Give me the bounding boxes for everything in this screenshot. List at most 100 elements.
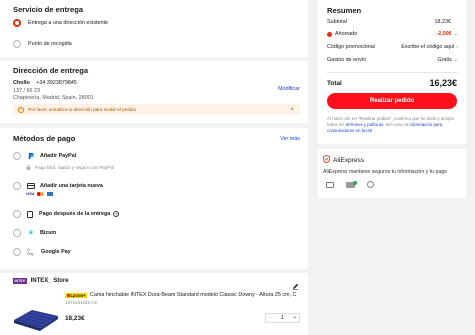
card-security-icon	[326, 181, 334, 188]
total-value: 16,23€	[429, 78, 457, 88]
amex-icon	[46, 192, 53, 196]
promo-code-placeholder: Escribe el código aquí	[401, 44, 455, 50]
quantity-value[interactable]: 1	[281, 315, 284, 321]
pay-after-delivery-label: Pago después de la entrega	[39, 211, 111, 217]
quantity-increase-button[interactable]: +	[291, 315, 299, 321]
total-label: Total	[327, 80, 342, 87]
payment-option-google-pay[interactable]: G Pay Google Pay	[13, 248, 71, 256]
google-pay-label: Google Pay	[41, 249, 71, 255]
google-pay-icon: G Pay	[27, 248, 34, 256]
address-line-1: 137 / 56 23	[13, 88, 40, 94]
radio-unselected[interactable]	[13, 182, 21, 190]
shipping-cost-value: Gratis	[437, 57, 452, 63]
modify-address-link[interactable]: Modificar	[278, 86, 300, 92]
legal-text: Al hacer clic en "Realizar pedido", conf…	[327, 116, 462, 133]
store-product-card: INTEX INTEX_ Store Lpcon+ Cama hinchable…	[0, 273, 308, 335]
address-name: Chollo	[13, 80, 30, 86]
delivery-address-card: Dirección de entrega Chollo +34 39238798…	[0, 61, 308, 123]
credit-card-icon	[27, 183, 35, 189]
paypal-note-text: Paga fácil, rápido y seguro con PayPal	[35, 165, 114, 170]
security-badges	[326, 180, 374, 188]
summary-title: Resumen	[327, 6, 362, 15]
see-more-link[interactable]: Ver más	[280, 136, 300, 142]
bizum-label: Bizum	[40, 230, 57, 236]
address-phone: +34 3923879845	[36, 80, 77, 86]
subtotal-label: Subtotal	[327, 19, 347, 25]
radio-selected[interactable]	[13, 19, 21, 27]
shipping-service-card: Servicio de entrega Entrega a una direcc…	[0, 0, 308, 57]
trust-card: AliExpress AliExpress mantiene seguros t…	[318, 149, 466, 198]
product-tag-badge: Lpcon+	[65, 292, 88, 298]
warning-icon: !	[18, 106, 24, 113]
subtotal-value: 18,23€	[434, 19, 452, 25]
product-title-row[interactable]: Lpcon+ Cama hinchable INTEX Dura-Beam St…	[65, 292, 305, 298]
shipping-cost-row[interactable]: Gratis ⌄	[437, 57, 458, 63]
privacy-badge-icon	[367, 181, 374, 188]
promo-label: Código promocional	[327, 44, 375, 50]
product-image[interactable]	[12, 304, 60, 332]
address-warning-text: Por favor, actualiza tu dirección para r…	[28, 107, 137, 112]
info-icon[interactable]: ?	[113, 211, 120, 217]
visa-icon: VISA	[26, 192, 35, 196]
payment-methods-title: Métodos de pago	[13, 134, 76, 143]
shipping-option-pickup-point[interactable]: Punto de recogida	[13, 40, 72, 48]
payment-methods-card: Métodos de pago Ver más Añadir PayPal Pa…	[0, 128, 308, 269]
legal-text-1: Al hacer clic en "Realizar pedido", conf…	[327, 116, 440, 121]
lock-icon	[26, 165, 31, 170]
address-contact: Chollo +34 3923879845	[13, 80, 77, 86]
radio-unselected[interactable]	[13, 229, 21, 237]
radio-unselected[interactable]	[13, 40, 21, 48]
chevron-down-icon: ⌄	[453, 57, 458, 63]
store-name[interactable]: INTEX_ Store	[31, 278, 69, 284]
place-order-button[interactable]: Realizar pedido	[327, 93, 457, 109]
product-price: 18,23€	[65, 315, 85, 322]
promo-code-input[interactable]: Escribe el código aquí ›	[401, 44, 458, 50]
saved-row[interactable]: Ahorrado	[327, 31, 357, 37]
quantity-stepper: − 1 +	[265, 313, 300, 323]
delivery-address-title: Dirección de entrega	[13, 66, 89, 75]
address-warning-banner: ! Por favor, actualiza tu dirección para…	[13, 104, 300, 115]
chevron-down-icon: ⌄	[453, 31, 458, 37]
store-header: INTEX INTEX_ Store	[13, 278, 69, 284]
shipping-option-existing-address[interactable]: Entrega a una dirección existente	[13, 19, 108, 27]
payment-option-new-card[interactable]: Añadir una tarjeta nueva	[13, 182, 103, 190]
close-warning-icon[interactable]: ×	[290, 107, 294, 113]
paypal-icon	[27, 152, 35, 160]
product-title: Cama hinchable INTEX Dura-Beam Standard …	[90, 292, 297, 298]
quantity-decrease-button[interactable]: −	[266, 315, 274, 321]
shipping-service-title: Servicio de entrega	[13, 5, 84, 14]
payment-option-bizum[interactable]: ʙ Bizum	[13, 229, 56, 237]
product-variant[interactable]: 137x191x25 cm	[65, 300, 97, 305]
payment-option-paypal[interactable]: Añadir PayPal	[13, 152, 76, 160]
saved-label: Ahorrado	[335, 31, 358, 37]
discount-icon	[327, 31, 332, 37]
saved-value: -2,00€	[436, 31, 452, 37]
shipping-option-label: Punto de recogida	[28, 41, 72, 47]
paypal-label: Añadir PayPal	[40, 153, 77, 159]
store-badge: INTEX	[13, 278, 27, 284]
mastercard-icon	[37, 192, 44, 196]
trust-text: AliExpress mantiene seguros tu informaci…	[323, 169, 447, 175]
card-brand-logos: VISA	[26, 192, 53, 196]
terms-link[interactable]: términos y políticas	[346, 122, 384, 127]
radio-unselected[interactable]	[13, 152, 21, 160]
chevron-right-icon: ›	[456, 44, 458, 50]
summary-divider	[327, 72, 458, 73]
document-clock-icon	[27, 210, 33, 218]
aliexpress-brand: AliExpress	[323, 154, 365, 165]
shipping-cost-label: Gastos de envío	[327, 57, 367, 63]
shield-check-icon	[323, 154, 330, 165]
radio-unselected[interactable]	[13, 210, 21, 218]
paypal-note: Paga fácil, rápido y seguro con PayPal	[26, 165, 114, 170]
bizum-icon: ʙ	[29, 230, 33, 236]
shipping-option-label: Entrega a una dirección existente	[28, 20, 109, 26]
product-tag: Lpcon+	[70, 292, 86, 298]
place-order-label: Realizar pedido	[369, 98, 415, 104]
aliexpress-label: AliExpress	[333, 156, 365, 164]
saved-value-row[interactable]: -2,00€ ⌄	[437, 31, 459, 37]
address-line-2: Chapinería, Madrid, Spain, 28001	[13, 95, 94, 101]
new-card-label: Añadir una tarjeta nueva	[40, 183, 103, 189]
consumer-info-link[interactable]: información	[410, 122, 433, 127]
payment-option-pay-after-delivery[interactable]: Pago después de la entrega ?	[13, 210, 120, 218]
radio-unselected[interactable]	[13, 248, 21, 256]
